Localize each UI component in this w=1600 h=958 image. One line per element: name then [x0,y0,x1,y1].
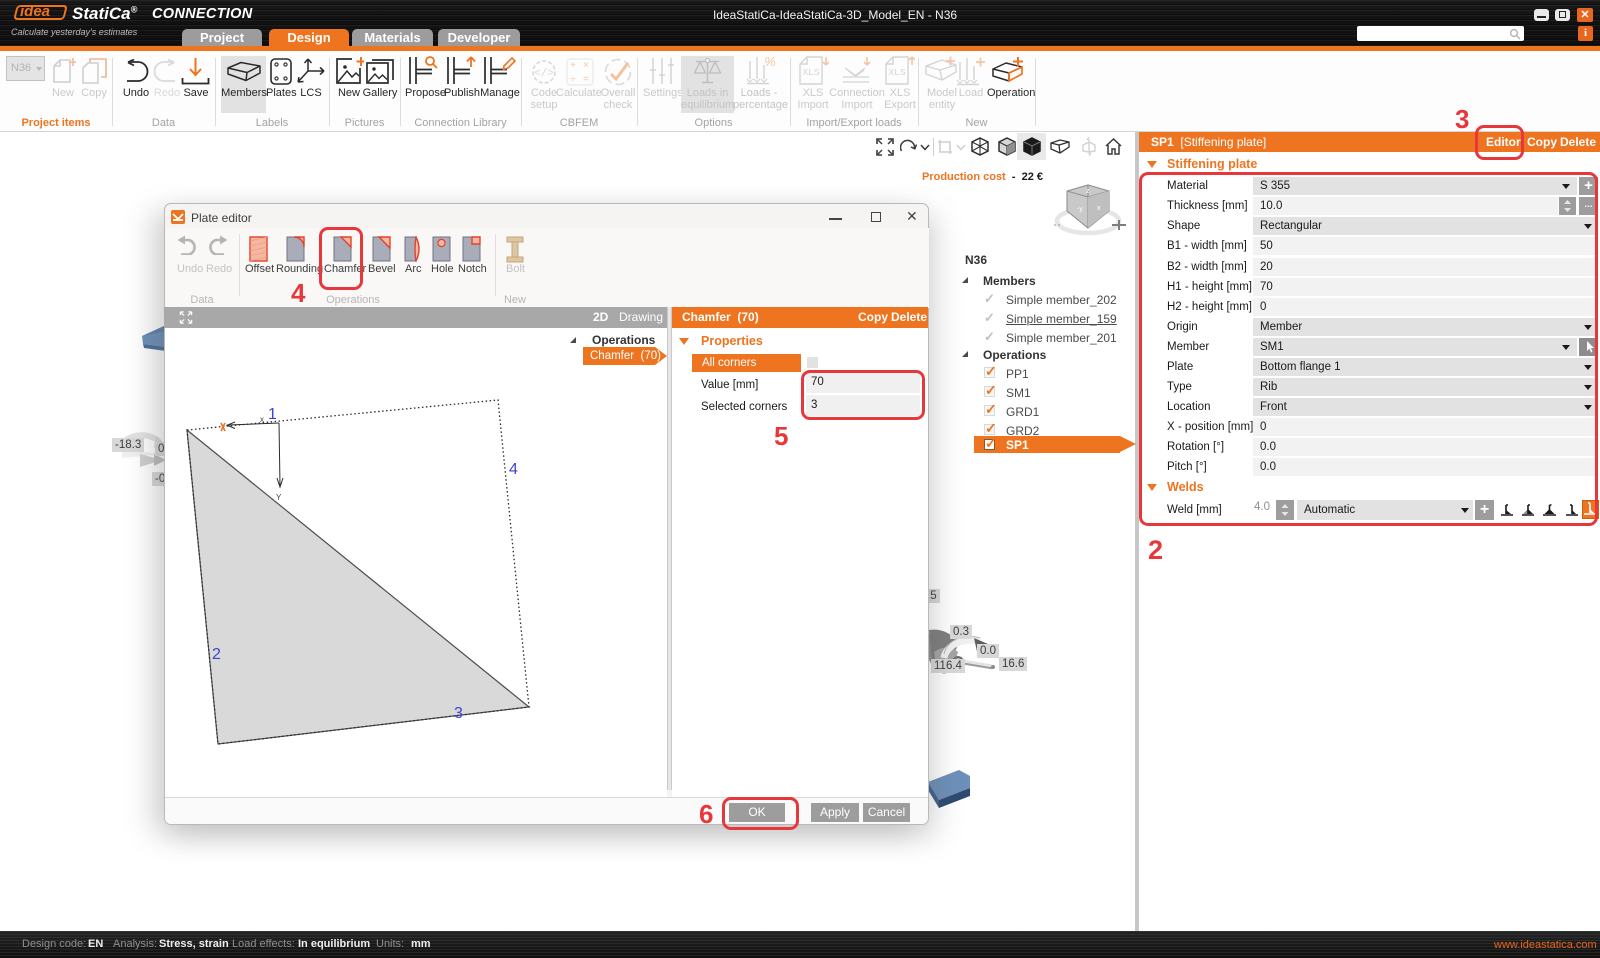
svg-text:</>: </> [534,68,554,80]
svg-text:×: × [583,60,589,71]
svg-text:Y: Y [276,493,282,502]
svg-text:XLS: XLS [888,67,905,78]
svg-text:=: = [583,74,589,85]
svg-text:1: 1 [268,406,277,423]
svg-text:x: x [260,415,264,424]
svg-text:4: 4 [509,461,518,478]
svg-text:3: 3 [454,705,463,722]
svg-text:z: z [1086,188,1090,195]
svg-text:x: x [1097,205,1101,212]
svg-text:+: + [570,60,576,71]
svg-text:2: 2 [212,646,221,663]
svg-text:-y: -y [1077,206,1083,213]
svg-text:÷: ÷ [570,74,576,85]
svg-text:XLS: XLS [802,67,819,78]
svg-text:%: % [764,56,776,69]
